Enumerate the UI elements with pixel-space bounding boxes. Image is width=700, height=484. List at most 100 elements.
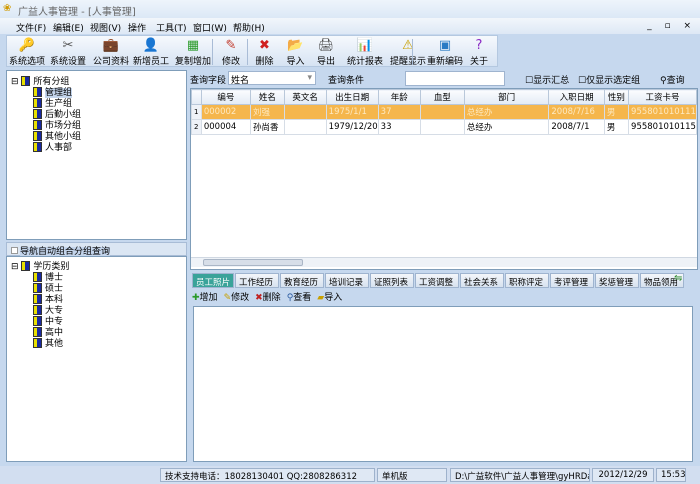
column-header[interactable]: 血型 xyxy=(419,89,465,105)
table-cell[interactable] xyxy=(283,119,327,135)
table-cell[interactable] xyxy=(419,104,465,120)
toolbar-button-1[interactable]: ✂ 系统设置 xyxy=(47,37,89,67)
tab-4[interactable]: 证照列表 xyxy=(370,273,414,288)
column-header[interactable]: 性别 xyxy=(603,89,630,105)
toolbar-button-12[interactable]: ? 关于 xyxy=(465,37,493,67)
table-cell[interactable]: 1 xyxy=(191,104,202,120)
toolbar-button-5[interactable]: ✎ 修改 xyxy=(217,37,245,67)
tree-item[interactable]: 人事部 xyxy=(33,140,72,153)
table-cell[interactable]: 1975/1/1 xyxy=(325,104,379,120)
tab-5[interactable]: 工资调整 xyxy=(415,273,459,288)
toolbar-button-3[interactable]: 👤 新增员工 xyxy=(132,37,170,67)
table-cell[interactable]: 33 xyxy=(377,119,421,135)
sub-button-label: 增加 xyxy=(199,293,218,303)
toolbar-button-6[interactable]: ✖ 删除 xyxy=(252,37,277,67)
pen-icon: ✎ xyxy=(225,38,237,53)
table-row[interactable]: 2 000004 孙尚香 1979/12/20 33 总经办 2008/7/1 男 955801… xyxy=(191,119,697,135)
nav-tree: ⊟ 学历类别 博士 硕士 本科 大专 中专 高中 其他 xyxy=(6,256,187,462)
menu-edit[interactable]: 编辑(E) xyxy=(53,21,84,34)
toolbar-button-8[interactable]: 🖨 导出 xyxy=(312,37,340,67)
toolbar-label: 复制增加 xyxy=(174,57,211,67)
only-selected-checkbox[interactable]: ☐仅显示选定组 xyxy=(578,73,640,86)
toolbar-button-10[interactable]: ⚠ 提醒显示 xyxy=(389,37,427,67)
tab-scroll-icon[interactable]: ⇋ xyxy=(674,273,682,284)
tree-item[interactable]: 其他 xyxy=(33,336,63,349)
query-cond-input[interactable] xyxy=(405,71,505,86)
sub-button-2[interactable]: ✖删除 xyxy=(255,293,281,303)
table-cell[interactable]: 000004 xyxy=(200,119,252,135)
status-bar: 技术支持电话：18028130401 QQ:2808286312 单机版 D:\… xyxy=(0,466,700,484)
toolbar-button-9[interactable]: 📊 统计报表 xyxy=(345,37,385,67)
toolbar-button-4[interactable]: ▦ 复制增加 xyxy=(172,37,214,67)
show-summary-checkbox[interactable]: ☐显示汇总 xyxy=(525,73,569,86)
table-cell[interactable]: 37 xyxy=(377,104,421,120)
sub-button-1[interactable]: ✎修改 xyxy=(224,293,250,303)
menu-view[interactable]: 视图(V) xyxy=(90,21,121,34)
table-cell[interactable] xyxy=(283,104,327,120)
column-header[interactable]: 入职日期 xyxy=(548,89,605,105)
menu-window[interactable]: 窗口(W) xyxy=(193,21,227,34)
menu-help[interactable]: 帮助(H) xyxy=(233,21,265,34)
column-header[interactable]: 姓名 xyxy=(250,89,285,105)
search-button[interactable]: ⚲查询 xyxy=(660,73,685,86)
mdi-window-controls[interactable]: _ ▫ × xyxy=(647,21,696,31)
column-header[interactable]: 出生日期 xyxy=(325,89,379,105)
table-cell[interactable]: 刘强 xyxy=(250,104,285,120)
table-cell[interactable]: 总经办 xyxy=(463,104,550,120)
column-header[interactable]: 年龄 xyxy=(377,89,421,105)
toolbar-separator xyxy=(247,39,248,65)
toolbar-button-11[interactable]: ▣ 重新编码 xyxy=(425,37,465,67)
tab-6[interactable]: 社会关系 xyxy=(460,273,504,288)
status-path: D:\广益软件\广益人事管理\gyHRData xyxy=(450,468,590,482)
menu-operate[interactable]: 操作 xyxy=(128,21,146,34)
table-cell[interactable]: 孙尚香 xyxy=(250,119,285,135)
table-cell[interactable]: 2008/7/16 xyxy=(548,104,605,120)
tab-9[interactable]: 奖惩管理 xyxy=(595,273,639,288)
horizontal-scrollbar[interactable] xyxy=(191,257,697,267)
toolbar-label: 重新编码 xyxy=(426,57,463,67)
status-support: 技术支持电话：18028130401 QQ:2808286312 xyxy=(160,468,375,482)
query-field-label: 查询字段 xyxy=(190,76,227,86)
table-cell[interactable]: 2 xyxy=(191,119,202,135)
tab-0[interactable]: 员工照片 xyxy=(192,273,234,288)
column-header[interactable]: 工资卡号 xyxy=(628,89,697,105)
sub-button-3[interactable]: ⚲查看 xyxy=(287,293,312,303)
tab-3[interactable]: 培训记录 xyxy=(325,273,369,288)
scrollbar-thumb[interactable] xyxy=(203,259,303,266)
table-cell[interactable] xyxy=(419,119,465,135)
tab-2[interactable]: 教育经历 xyxy=(280,273,324,288)
edit-icon: ✎ xyxy=(223,293,232,303)
table-cell[interactable]: 男 xyxy=(603,119,630,135)
toolbar-button-0[interactable]: 🔑 系统选项 xyxy=(9,37,45,67)
add-icon: ✚ xyxy=(192,293,200,303)
toolbar-button-7[interactable]: 📂 导入 xyxy=(283,37,308,67)
table-cell[interactable]: 总经办 xyxy=(463,119,550,135)
toolbar-button-2[interactable]: 💼 公司资料 xyxy=(92,37,130,67)
table-cell[interactable]: 955801010111 xyxy=(628,104,697,120)
sub-toolbar: ✚增加 ✎修改 ✖删除 ⚲查看 ▰导入 xyxy=(192,290,492,304)
column-header[interactable]: 英文名 xyxy=(283,89,327,105)
search-icon: ⚲ xyxy=(660,76,667,86)
table-cell[interactable]: 男 xyxy=(603,104,630,120)
sub-button-4[interactable]: ▰导入 xyxy=(317,293,342,303)
toolbar-separator xyxy=(212,39,213,65)
menu-file[interactable]: 文件(F) xyxy=(16,21,46,34)
table-cell[interactable]: 000002 xyxy=(200,104,252,120)
table-row[interactable]: 1 000002 刘强 1975/1/1 37 总经办 2008/7/16 男 95580101… xyxy=(191,104,697,120)
query-bar: 查询字段 姓名 ▾ 查询条件 ☐显示汇总 ☐仅显示选定组 ⚲查询 xyxy=(190,70,700,87)
title-bar: ❀ 广益人事管理 - [人事管理] xyxy=(0,0,700,18)
key-icon: 🔑 xyxy=(18,38,36,53)
menu-tools[interactable]: 工具(T) xyxy=(156,21,187,34)
table-cell[interactable]: 2008/7/1 xyxy=(548,119,605,135)
column-header[interactable]: 编号 xyxy=(200,89,252,105)
table-cell[interactable]: 1979/12/20 xyxy=(325,119,379,135)
table-cell[interactable]: 955801010115 xyxy=(628,119,697,135)
tab-1[interactable]: 工作经历 xyxy=(235,273,279,288)
tab-7[interactable]: 职称评定 xyxy=(505,273,549,288)
sub-button-label: 查看 xyxy=(293,293,312,303)
query-field-select[interactable]: 姓名 ▾ xyxy=(228,71,316,86)
sub-button-0[interactable]: ✚增加 xyxy=(192,293,218,303)
tab-8[interactable]: 考评管理 xyxy=(550,273,594,288)
chart-icon: 📊 xyxy=(356,38,374,53)
column-header[interactable]: 部门 xyxy=(463,89,550,105)
